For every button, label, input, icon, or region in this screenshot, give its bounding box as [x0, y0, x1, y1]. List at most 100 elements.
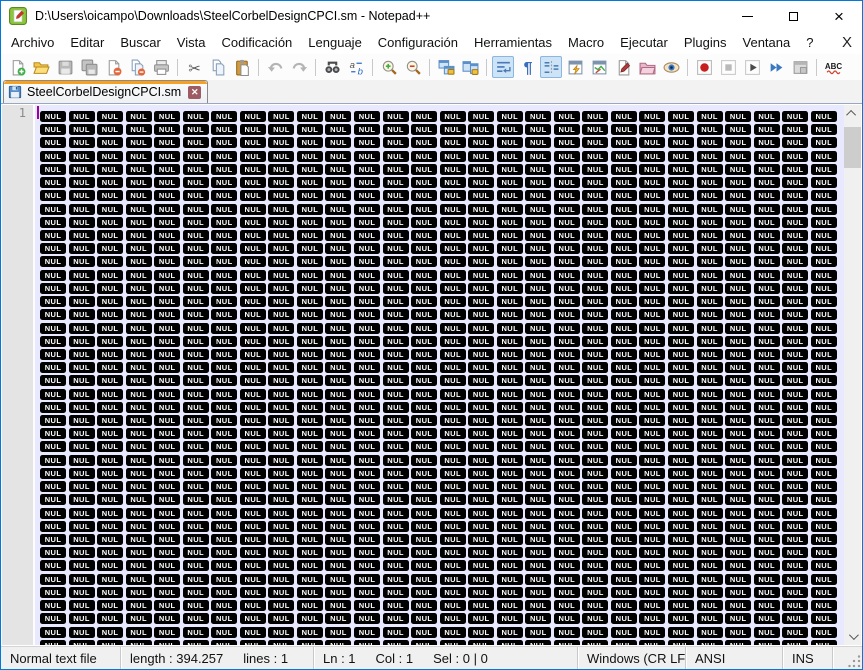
tab-label: SteelCorbelDesignCPCI.sm	[27, 85, 182, 99]
nul-row: NULNULNULNULNULNULNULNULNULNULNULNULNULN…	[40, 423, 843, 440]
toolbar-sync-horizontal-scrolling-button[interactable]	[459, 56, 481, 78]
toolbar-new-file-button[interactable]	[6, 56, 28, 78]
toolbar-close-all-button[interactable]	[126, 56, 148, 78]
nul-row: NULNULNULNULNULNULNULNULNULNULNULNULNULN…	[40, 304, 843, 321]
toolbar-separator	[816, 58, 817, 76]
status-eol-format-value: Windows (CR LF)	[587, 650, 686, 666]
nul-row: NULNULNULNULNULNULNULNULNULNULNULNULNULN…	[40, 410, 843, 427]
toolbar-function-list-button[interactable]	[564, 56, 586, 78]
toolbar-show-all-characters-button[interactable]: ¶	[516, 56, 538, 78]
nul-row: NULNULNULNULNULNULNULNULNULNULNULNULNULN…	[40, 622, 843, 638]
toolbar-macro-record-button[interactable]	[693, 56, 715, 78]
toolbar-find-button[interactable]	[321, 56, 343, 78]
nul-badge: NUL	[696, 639, 723, 645]
minimize-button[interactable]	[724, 1, 770, 31]
menu-close-x[interactable]: X	[842, 35, 852, 50]
menu-archivo[interactable]: Archivo	[3, 32, 62, 53]
toolbar-zoom-in-button[interactable]	[378, 56, 400, 78]
maximize-icon	[788, 11, 798, 21]
toolbar-word-wrap-button[interactable]	[492, 56, 514, 78]
status-doc-type: Normal text file	[1, 647, 121, 669]
menu-macro[interactable]: Macro	[560, 32, 612, 53]
toolbar-replace-button[interactable]: ab	[345, 56, 367, 78]
menu-ejecutar[interactable]: Ejecutar	[612, 32, 676, 53]
toolbar-indent-guide-button[interactable]	[540, 56, 562, 78]
status-bar: Normal text file length : 394.257 lines : …	[1, 646, 862, 669]
menu-ventana[interactable]: Ventana	[735, 32, 799, 53]
nul-badge: NUL	[525, 639, 552, 645]
open-file-icon	[32, 59, 50, 76]
toolbar-print-button[interactable]	[150, 56, 172, 78]
status-eol-format[interactable]: Windows (CR LF)	[578, 647, 686, 669]
nul-row: NULNULNULNULNULNULNULNULNULNULNULNULNULN…	[40, 344, 843, 360]
tab-close-icon[interactable]: ✕	[188, 85, 202, 99]
menu-buscar[interactable]: Buscar	[112, 32, 168, 53]
close-button[interactable]: ×	[816, 1, 862, 31]
nul-badge: NUL	[239, 639, 266, 645]
tab-steelcorbeldesigncpci[interactable]: SteelCorbelDesignCPCI.sm ✕	[3, 80, 209, 103]
toolbar-zoom-out-button[interactable]	[402, 56, 424, 78]
editor-area[interactable]: 1 NUL NUL NUL NUL NUL NUL NUL NUL NUL NUL NUL NUL NU…	[2, 105, 861, 645]
toolbar-spell-check-button[interactable]: ABC	[822, 56, 844, 78]
status-encoding-value: ANSI	[695, 650, 726, 666]
toolbar-macro-run-multiple-button[interactable]	[765, 56, 787, 78]
macro-run-multiple-icon	[768, 59, 785, 76]
nul-row: NULNULNULNULNULNULNULNULNULNULNULNULNULN…	[40, 489, 843, 506]
nul-badge: NUL	[382, 639, 409, 645]
vertical-scrollbar[interactable]	[844, 105, 861, 645]
status-cursor-position: Ln : 1 Col : 1 Sel : 0 | 0	[314, 647, 578, 669]
maximize-button[interactable]	[770, 1, 816, 31]
paste-icon	[234, 59, 251, 76]
toolbar-document-list-button[interactable]	[612, 56, 634, 78]
status-length-lines-value: length : 394.257	[130, 650, 224, 666]
scrollbar-thumb[interactable]	[844, 127, 861, 168]
line-number: 1	[18, 106, 26, 120]
nul-badge: NUL	[468, 639, 495, 645]
nul-row: NULNULNULNULNULNULNULNULNULNULNULNULNULN…	[40, 132, 843, 149]
status-encoding[interactable]: ANSI	[686, 647, 783, 669]
toolbar-cut-button[interactable]: ✂	[183, 56, 205, 78]
toolbar-copy-button[interactable]	[207, 56, 229, 78]
toolbar-close-file-button[interactable]	[102, 56, 124, 78]
nul-row: NULNULNULNULNULNULNULNULNULNULNULNULNULN…	[40, 516, 843, 532]
toolbar-sync-vertical-scrolling-button[interactable]	[435, 56, 457, 78]
resize-grip[interactable]	[848, 655, 862, 669]
toolbar-open-file-button[interactable]	[30, 56, 52, 78]
nul-row: NULNULNULNULNULNULNULNULNULNULNULNULNULN…	[40, 529, 843, 545]
toolbar-monitoring-eye-button[interactable]	[660, 56, 682, 78]
menu-plugins[interactable]: Plugins	[676, 32, 735, 53]
nul-row: NULNULNULNULNULNULNULNULNULNULNULNULNULN…	[40, 265, 843, 281]
menu-editar[interactable]: Editar	[62, 32, 112, 53]
nul-row: NULNULNULNULNULNULNULNULNULNULNULNULNULN…	[40, 582, 843, 598]
cut-icon: ✂	[186, 59, 203, 76]
zoom-out-icon	[405, 59, 422, 76]
show-all-characters-icon: ¶	[519, 59, 536, 75]
document-map-icon	[591, 59, 608, 76]
find-icon	[324, 59, 341, 76]
nul-row: NULNULNULNULNULNULNULNULNULNULNULNULNULN…	[40, 159, 843, 175]
svg-text:ABC: ABC	[825, 62, 842, 71]
menu-herramientas[interactable]: Herramientas	[466, 32, 560, 53]
line-number-margin: 1	[2, 105, 35, 645]
nul-row: NULNULNULNULNULNULNULNULNULNULNULNULNULN…	[40, 291, 843, 308]
toolbar-paste-button[interactable]	[231, 56, 253, 78]
menu-codificacion[interactable]: Codificación	[213, 32, 300, 53]
menu-vista[interactable]: Vista	[169, 32, 214, 53]
status-doc-type-value: Normal text file	[10, 650, 97, 666]
nul-row: NULNULNULNULNULNULNULNULNULNULNULNULNULN…	[40, 397, 843, 413]
status-insert-mode[interactable]: INS	[783, 647, 833, 669]
nul-row: NULNULNULNULNULNULNULNULNULNULNULNULNULN…	[40, 146, 843, 162]
nul-badge: NUL	[296, 639, 323, 645]
menu-configuracion[interactable]: Configuración	[370, 32, 466, 53]
menu-lenguaje[interactable]: Lenguaje	[300, 32, 370, 53]
scroll-up-button[interactable]	[844, 105, 861, 122]
toolbar-document-map-button[interactable]	[588, 56, 610, 78]
menu-help[interactable]: ?	[798, 32, 821, 53]
status-cursor-position-value: Ln : 1	[323, 650, 356, 666]
scroll-down-button[interactable]	[844, 628, 861, 645]
toolbar-macro-play-button[interactable]	[741, 56, 763, 78]
print-icon	[153, 59, 170, 76]
nul-badge: NUL	[810, 639, 837, 645]
saved-file-icon	[8, 85, 22, 99]
toolbar-folder-as-workspace-button[interactable]	[636, 56, 658, 78]
